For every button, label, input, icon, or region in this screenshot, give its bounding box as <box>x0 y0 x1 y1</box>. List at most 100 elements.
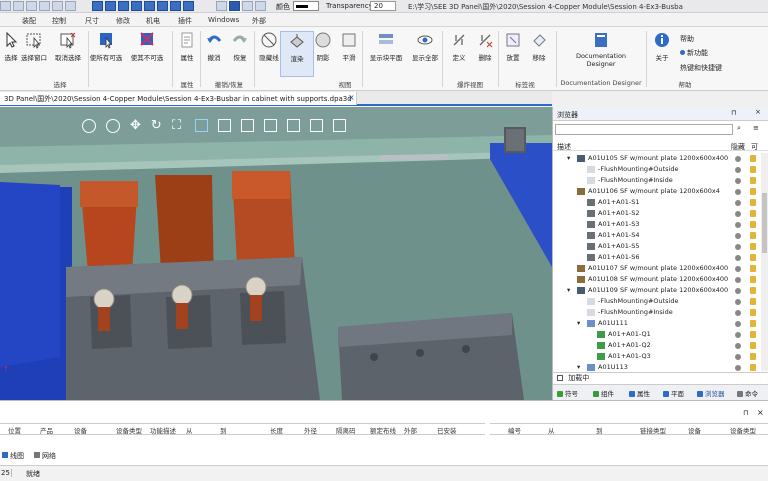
tab-windows[interactable]: Windows <box>208 16 239 24</box>
view-bottom-icon[interactable] <box>170 1 181 11</box>
wire-column-header[interactable]: 隔离码 <box>336 425 356 435</box>
lock-icon[interactable] <box>750 188 756 195</box>
lock-icon[interactable] <box>750 298 756 305</box>
wire-column-header[interactable]: 已安装 <box>437 425 457 435</box>
link-column-header[interactable]: 链接类型 <box>640 425 666 435</box>
pan-icon[interactable]: ✥ <box>130 119 141 133</box>
tree-item[interactable]: A01+A01-S5 <box>553 241 768 252</box>
lock-icon[interactable] <box>750 166 756 173</box>
col-description[interactable]: 描述 <box>557 142 571 152</box>
visibility-icon[interactable] <box>735 310 741 316</box>
view-cube-icon[interactable] <box>92 1 103 11</box>
tab-assembly[interactable]: 装配 <box>22 16 36 26</box>
tree-item[interactable]: -FlushMounting#Outside <box>553 164 768 175</box>
smooth-button[interactable]: 平滑 <box>332 31 366 62</box>
color-picker[interactable] <box>293 1 319 11</box>
zoom-value[interactable]: 25 <box>0 469 12 477</box>
wire-column-header[interactable]: 设备类型 <box>116 425 142 435</box>
tree-item[interactable]: A01+A01-Q2 <box>553 340 768 351</box>
link-column-header[interactable]: 设备 <box>688 425 701 435</box>
wire-column-header[interactable]: 到 <box>220 425 227 435</box>
visibility-icon[interactable] <box>735 211 741 217</box>
visibility-icon[interactable] <box>735 266 741 272</box>
lock-icon[interactable] <box>750 232 756 239</box>
view-active-icon[interactable] <box>228 0 241 12</box>
visibility-icon[interactable] <box>735 178 741 184</box>
link-column-header[interactable]: 设备类型 <box>730 425 756 435</box>
visibility-icon[interactable] <box>735 365 741 371</box>
visibility-icon[interactable] <box>735 255 741 261</box>
tree-item[interactable]: -FlushMounting#Inside <box>553 307 768 318</box>
close-bottom-icon[interactable]: × <box>757 408 764 417</box>
remove-label-button[interactable]: 移除 <box>522 31 556 62</box>
visibility-icon[interactable] <box>735 222 741 228</box>
quick-undo-icon[interactable] <box>26 1 37 11</box>
tree-item[interactable]: A01U106 SF w/mount plate 1200x600x4 <box>553 186 768 197</box>
view-cube-left-icon[interactable] <box>240 119 254 132</box>
tab-plugins[interactable]: 插件 <box>178 16 192 26</box>
deselect-button[interactable]: 取消选择 <box>51 31 85 62</box>
tree-item[interactable]: A01+A01-Q1 <box>553 329 768 340</box>
visibility-icon[interactable] <box>735 167 741 173</box>
wire-column-header[interactable]: 外径 <box>304 425 317 435</box>
lock-icon[interactable] <box>750 320 756 327</box>
lock-icon[interactable] <box>750 254 756 261</box>
wire-column-header[interactable]: 设备 <box>74 425 87 435</box>
tab-browser[interactable]: 浏览器 <box>697 388 725 398</box>
visibility-icon[interactable] <box>735 332 741 338</box>
tab-properties[interactable]: 属性 <box>629 388 650 398</box>
tree-item[interactable]: ▾ A01U113 <box>553 362 768 371</box>
lock-icon[interactable] <box>750 331 756 338</box>
loading-checkbox[interactable] <box>557 375 563 381</box>
lock-icon[interactable] <box>750 353 756 360</box>
expand-icon[interactable]: ▾ <box>567 153 570 164</box>
link-column-header[interactable]: 从 <box>548 425 555 435</box>
visibility-icon[interactable] <box>735 299 741 305</box>
wire-column-header[interactable]: 产品 <box>40 425 53 435</box>
tree-item[interactable]: ▾ A01U109 SF w/mount plate 1200x600x400 <box>553 285 768 296</box>
tree-item[interactable]: A01+A01-S4 <box>553 230 768 241</box>
close-panel-icon[interactable]: × <box>755 108 761 116</box>
expand-icon[interactable]: ▾ <box>577 362 580 371</box>
view-cube-top-icon[interactable] <box>217 119 231 132</box>
quick-open-icon[interactable] <box>13 1 24 11</box>
document-tab[interactable]: 3D Panel\国外\2020\Session 4-Copper Module… <box>0 92 357 105</box>
explorer-search-input[interactable] <box>555 124 733 135</box>
documentation-designer-button[interactable]: Documentation Designer <box>566 31 636 68</box>
link-column-header[interactable]: 到 <box>596 425 603 435</box>
visibility-icon[interactable] <box>735 288 741 294</box>
visibility-icon[interactable] <box>735 321 741 327</box>
visibility-icon[interactable] <box>735 189 741 195</box>
view-fit-icon[interactable] <box>216 1 227 11</box>
visibility-icon[interactable] <box>735 277 741 283</box>
tab-modify[interactable]: 修改 <box>116 16 130 26</box>
tab-external[interactable]: 外部 <box>252 16 266 26</box>
tree-item[interactable]: ▾ A01U105 SF w/mount plate 1200x600x400 <box>553 153 768 164</box>
tree-item[interactable]: A01U107 SF w/mount plate 1200x600x400 <box>553 263 768 274</box>
block-plane-button[interactable]: 显示块平面 <box>366 31 406 62</box>
fit-view-icon[interactable]: ⛶ <box>172 119 181 133</box>
show-all-button[interactable]: 显示全部 <box>408 31 442 62</box>
col-hidden[interactable]: 隐藏 <box>731 142 745 152</box>
view-cube-front-icon[interactable] <box>194 119 208 132</box>
lock-icon[interactable] <box>750 155 756 162</box>
expand-icon[interactable]: ▾ <box>567 285 570 296</box>
pin-icon[interactable]: ⊓ <box>731 109 736 117</box>
tree-item[interactable]: A01+A01-S6 <box>553 252 768 263</box>
lock-icon[interactable] <box>750 276 756 283</box>
select-window-button[interactable]: 选择窗口 <box>17 31 51 62</box>
quick-save-icon[interactable] <box>0 1 11 11</box>
hotkeys-link[interactable]: 热键和快捷键 <box>680 63 722 73</box>
wire-column-header[interactable]: 功能描述 <box>150 425 176 435</box>
wire-column-header[interactable]: 外部 <box>404 425 417 435</box>
lock-icon[interactable] <box>750 221 756 228</box>
tree-item[interactable]: A01+A01-S3 <box>553 219 768 230</box>
tree-item[interactable]: A01+A01-S1 <box>553 197 768 208</box>
col-selectable[interactable]: 可 <box>751 142 758 152</box>
explorer-scrollbar[interactable] <box>761 153 768 371</box>
view-back-icon[interactable] <box>118 1 129 11</box>
help-link[interactable]: 帮助 <box>680 34 694 44</box>
about-button[interactable]: 关于 <box>645 31 679 62</box>
view-right-icon[interactable] <box>144 1 155 11</box>
pin-bottom-icon[interactable]: ⊓ <box>743 409 748 417</box>
